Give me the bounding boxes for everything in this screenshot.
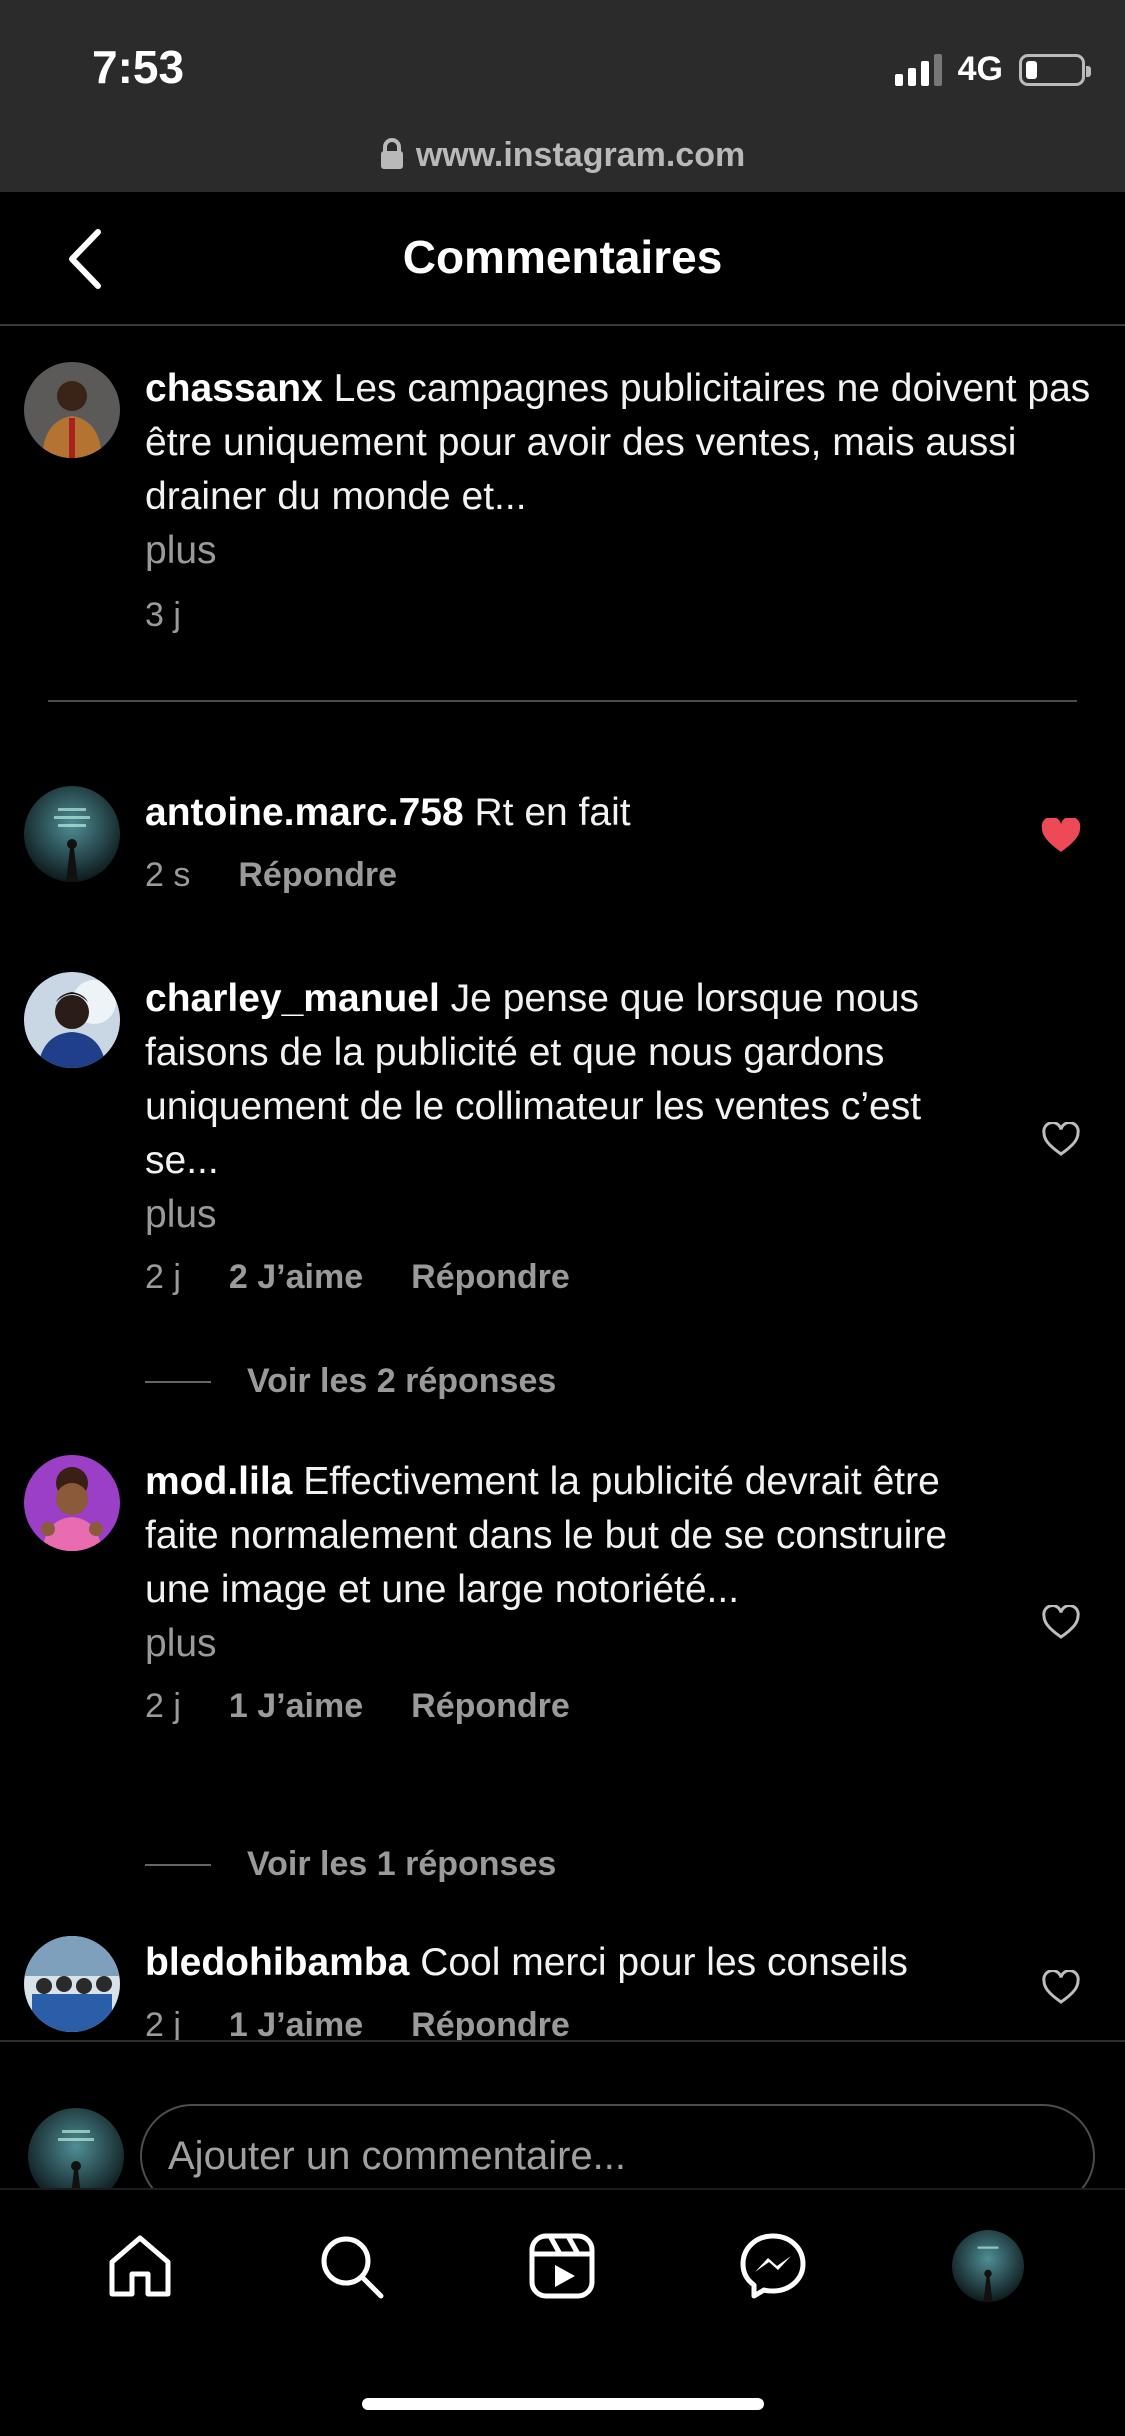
comment-username[interactable]: antoine.marc.758 bbox=[145, 791, 464, 834]
heart-filled-icon bbox=[1041, 816, 1081, 852]
reels-icon bbox=[529, 2233, 595, 2299]
comment-username[interactable]: charley_manuel bbox=[145, 977, 440, 1020]
battery-icon bbox=[1019, 53, 1091, 86]
avatar[interactable] bbox=[24, 786, 120, 882]
reply-button[interactable]: Répondre bbox=[411, 1998, 570, 2040]
nav-reels[interactable] bbox=[522, 2226, 602, 2306]
home-icon bbox=[109, 2235, 171, 2297]
view-replies-label: Voir les 1 réponses bbox=[247, 1845, 557, 1883]
url-bar[interactable]: www.instagram.com bbox=[0, 136, 1125, 179]
comment-username[interactable]: mod.lila bbox=[145, 1460, 292, 1503]
reply-button[interactable]: Répondre bbox=[411, 1679, 570, 1733]
more-link[interactable]: plus bbox=[145, 1188, 985, 1242]
comment-time: 3 j bbox=[145, 596, 181, 634]
nav-search[interactable] bbox=[311, 2226, 391, 2306]
likes-count[interactable]: 2 J’aime bbox=[229, 1250, 363, 1304]
comment-time: 2 s bbox=[145, 856, 191, 894]
heart-outline-icon bbox=[1042, 1969, 1080, 2004]
home-indicator bbox=[362, 2398, 764, 2410]
network-type: 4G bbox=[957, 50, 1003, 88]
replies-line bbox=[145, 1380, 211, 1383]
caption-divider bbox=[48, 700, 1077, 702]
comment-text: Cool merci pour les conseils bbox=[420, 1941, 908, 1984]
nav-messenger[interactable] bbox=[733, 2226, 813, 2306]
comment-time: 2 j bbox=[145, 1687, 181, 1725]
bottom-nav bbox=[0, 2188, 1125, 2436]
reply-button[interactable]: Répondre bbox=[238, 848, 397, 902]
nav-profile[interactable] bbox=[948, 2226, 1028, 2306]
nav-home[interactable] bbox=[100, 2226, 180, 2306]
browser-chrome: 7:53 4G www.instagram.com bbox=[0, 0, 1125, 192]
lock-icon bbox=[380, 138, 404, 179]
reply-button[interactable]: Répondre bbox=[411, 1250, 570, 1304]
like-button[interactable] bbox=[1041, 1604, 1081, 1641]
more-link[interactable]: plus bbox=[145, 1617, 985, 1671]
search-icon bbox=[321, 2236, 384, 2299]
heart-outline-icon bbox=[1042, 1121, 1080, 1156]
comment-time: 2 j bbox=[145, 2006, 181, 2040]
status-time: 7:53 bbox=[92, 41, 185, 93]
avatar[interactable] bbox=[24, 972, 120, 1068]
like-button[interactable] bbox=[1041, 1121, 1081, 1158]
comments-list[interactable]: chassanx Les campagnes publicitaires ne … bbox=[0, 328, 1125, 2040]
comment-username[interactable]: bledohibamba bbox=[145, 1941, 409, 1984]
comment-username[interactable]: chassanx bbox=[145, 367, 323, 410]
likes-count[interactable]: 1 J’aime bbox=[229, 1679, 363, 1733]
avatar[interactable] bbox=[24, 1455, 120, 1551]
profile-avatar bbox=[952, 2230, 1024, 2302]
status-indicators: 4G bbox=[894, 50, 1091, 89]
add-comment-bar bbox=[0, 2040, 1125, 2208]
signal-icon bbox=[894, 53, 942, 86]
comment-time: 2 j bbox=[145, 1258, 181, 1296]
view-replies-label: Voir les 2 réponses bbox=[247, 1362, 557, 1400]
url-text: www.instagram.com bbox=[415, 136, 746, 174]
like-button[interactable] bbox=[1041, 816, 1081, 854]
avatar[interactable] bbox=[24, 1936, 120, 2032]
more-link[interactable]: plus bbox=[145, 524, 1105, 578]
page-title: Commentaires bbox=[402, 231, 723, 283]
avatar[interactable] bbox=[24, 362, 120, 458]
comments-header: Commentaires bbox=[0, 192, 1125, 326]
view-replies-button[interactable]: Voir les 1 réponses bbox=[145, 1845, 556, 1884]
replies-line bbox=[145, 1863, 211, 1866]
messenger-icon bbox=[740, 2233, 806, 2299]
view-replies-button[interactable]: Voir les 2 réponses bbox=[145, 1362, 556, 1401]
comment-text: Rt en fait bbox=[474, 791, 631, 834]
heart-outline-icon bbox=[1042, 1604, 1080, 1639]
likes-count[interactable]: 1 J’aime bbox=[229, 1998, 363, 2040]
like-button[interactable] bbox=[1041, 1969, 1081, 2006]
